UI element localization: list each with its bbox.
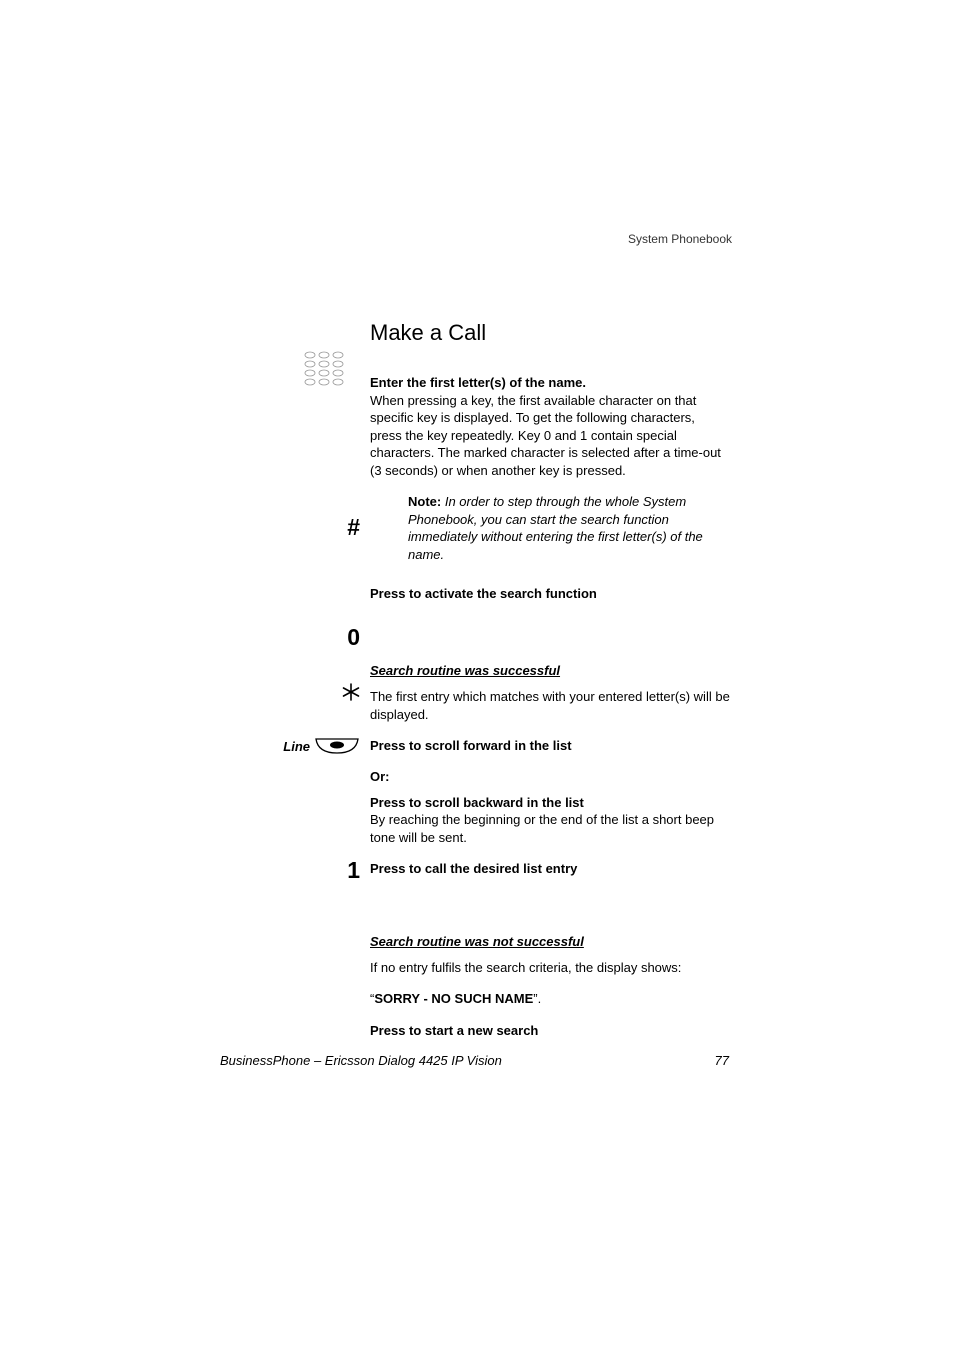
hash-instruction: Press to activate the search function: [370, 585, 730, 603]
success-heading: Search routine was successful: [370, 663, 730, 678]
fail-heading: Search routine was not successful: [370, 934, 730, 949]
success-intro: The first entry which matches with your …: [370, 688, 730, 723]
note-block: Note: In order to step through the whole…: [408, 493, 730, 563]
one-instruction: Press to start a new search: [370, 1022, 730, 1040]
hash-key: #: [260, 514, 360, 541]
fail-intro: If no entry fulfils the search criteria,…: [370, 959, 730, 977]
zero-instruction: Press to scroll forward in the list: [370, 737, 730, 755]
step-enter-letters: Enter the first letter(s) of the name. W…: [370, 374, 730, 479]
or-label: Or:: [370, 769, 730, 784]
line-button-icon: [314, 737, 360, 755]
fail-message: “SORRY - NO SUCH NAME”.: [370, 990, 730, 1008]
footer-product: BusinessPhone – Ericsson Dialog 4425 IP …: [220, 1053, 502, 1068]
keypad-icon: [303, 350, 345, 390]
star-instruction: Press to scroll backward in the list By …: [370, 794, 730, 847]
zero-key: 0: [260, 624, 360, 651]
line-instruction: Press to call the desired list entry: [370, 860, 730, 878]
line-key: Line: [260, 737, 360, 755]
star-key: [260, 681, 360, 707]
page-title: Make a Call: [370, 320, 730, 346]
footer-page-number: 77: [715, 1053, 729, 1068]
one-key: 1: [260, 857, 360, 884]
section-header: System Phonebook: [628, 232, 732, 246]
